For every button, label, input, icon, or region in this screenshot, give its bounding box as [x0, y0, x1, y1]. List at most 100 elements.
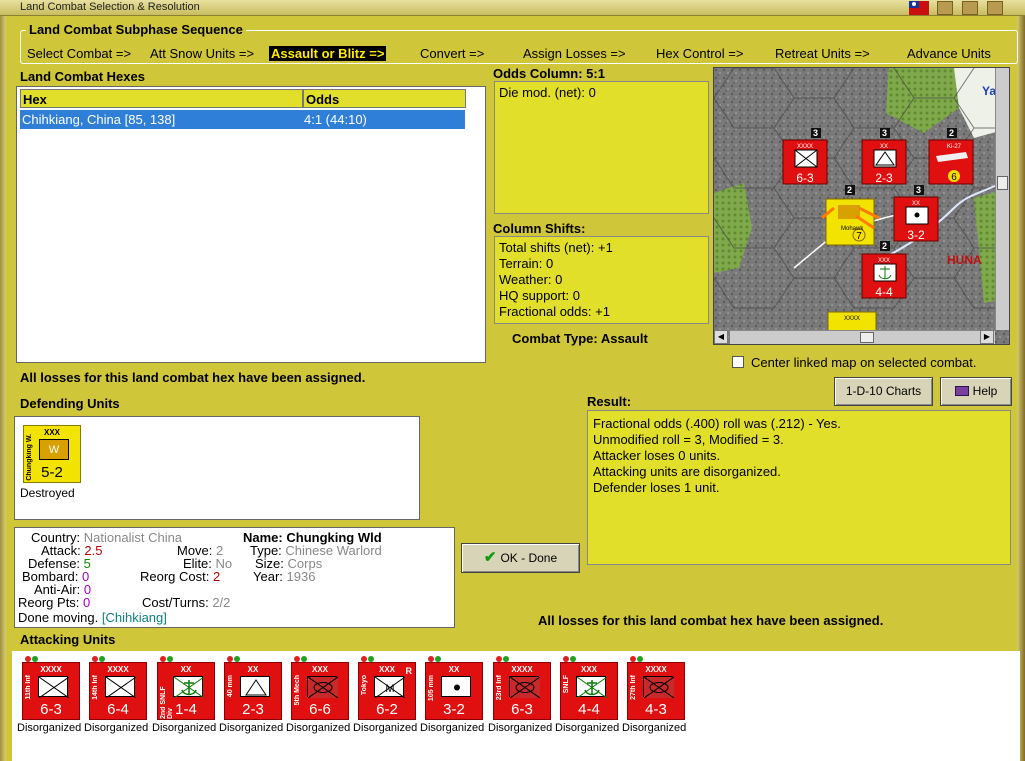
seq-retreat-units[interactable]: Retreat Units =>: [775, 46, 870, 61]
unit-size: XXXX: [511, 665, 533, 674]
attacking-unit-counter[interactable]: XXX 5th Mech 6-6: [291, 656, 349, 720]
flag-icon: [909, 1, 929, 15]
map-vertical-scrollbar[interactable]: [995, 68, 1009, 330]
odds-panel: Die mod. (net): 0: [494, 81, 709, 214]
unit-size: XXXX: [107, 665, 129, 674]
map-air-name: Ki-27: [947, 144, 962, 150]
checkmark-icon: ✔: [483, 549, 497, 566]
attacking-unit-counter[interactable]: XXX SNLF 4-4: [560, 656, 618, 720]
unit-value: 6-6: [309, 701, 331, 718]
map-horizontal-scrollbar[interactable]: [730, 330, 995, 344]
seq-advance-units[interactable]: Advance Units: [907, 46, 991, 61]
charts-button[interactable]: 1-D-10 Charts: [834, 377, 933, 406]
motorized-symbol-icon: M: [374, 676, 406, 699]
sequence-label: Land Combat Subphase Sequence: [26, 22, 246, 37]
map-air-name: Mohawk: [841, 226, 864, 232]
cost-turns-value: 2/2: [212, 595, 231, 610]
map-scroll-thumb-h[interactable]: [860, 332, 874, 343]
map-label-huna: HUNA: [947, 253, 982, 267]
attacking-unit-counter[interactable]: XXXX 23rd Inf 6-3: [493, 656, 551, 720]
mechanized-symbol-icon: [307, 676, 339, 699]
attacking-unit-counter[interactable]: XXXX 11th Inf 6-3: [22, 656, 80, 720]
map-stack-count: 2: [847, 185, 852, 195]
map-unit-40mm[interactable]: XX 2-3: [861, 139, 907, 185]
maximize-button[interactable]: [962, 1, 978, 15]
window-frame-right: [1017, 16, 1025, 761]
anti-aircraft-symbol-icon: [240, 676, 270, 697]
attacking-unit-counter[interactable]: XX 40 mm 2-3: [224, 656, 282, 720]
result-line: Unmodified roll = 3, Modified = 3.: [593, 432, 784, 447]
status-pip-icon: [234, 656, 240, 662]
attacking-unit-status: Disorganized: [420, 722, 485, 734]
center-map-checkbox[interactable]: [732, 356, 744, 368]
shift-total: Total shifts (net): +1: [499, 240, 613, 255]
attacking-unit-status: Disorganized: [488, 722, 553, 734]
unit-value: 1-4: [175, 701, 197, 718]
status-pip-icon: [92, 656, 98, 662]
map-unit-size: XXX: [878, 258, 890, 264]
status-pip-icon: [428, 656, 434, 662]
mechanized-symbol-icon: [643, 676, 675, 699]
map-scroll-thumb-v[interactable]: [997, 176, 1008, 190]
unit-value: 2-3: [242, 701, 264, 718]
marine-anchor-icon: [576, 676, 608, 699]
map-unit-size: XXXX: [797, 144, 813, 150]
status-pip-icon: [167, 656, 173, 662]
unit-value: 3-2: [443, 701, 465, 718]
map-unit-105mm[interactable]: XX 3-2: [893, 196, 939, 242]
unit-name: Tokyo: [361, 675, 368, 696]
linked-map[interactable]: HUNA Ya 3 3 2 2 3 2 XXXX 6-3 XX 2-3 6 Ki…: [713, 67, 1010, 345]
map-unit-11th-inf[interactable]: XXXX 6-3: [782, 139, 828, 185]
status-pip-icon: [25, 656, 31, 662]
status-pip-icon: [294, 656, 300, 662]
attacking-unit-counter[interactable]: XX 105 mm 3-2: [425, 656, 483, 720]
seq-assign-losses[interactable]: Assign Losses =>: [523, 46, 626, 61]
table-row[interactable]: Chihkiang, China [85, 138] 4:1 (44:10): [20, 110, 465, 129]
unit-name: 14th Inf: [92, 675, 99, 700]
help-book-icon: [954, 386, 969, 396]
scroll-right-arrow-icon[interactable]: ▶: [980, 330, 994, 344]
map-stack-count: 3: [916, 185, 921, 195]
seq-hex-control[interactable]: Hex Control =>: [656, 46, 743, 61]
map-stack-count: 3: [813, 128, 818, 138]
seq-att-snow-units[interactable]: Att Snow Units =>: [150, 46, 254, 61]
status-pip-icon: [227, 656, 233, 662]
map-unit-ki27[interactable]: 6 Ki-27: [928, 139, 974, 185]
defending-unit-counter[interactable]: XXX Chungking W. W 5-2: [23, 425, 81, 483]
help-button[interactable]: Help: [940, 377, 1012, 406]
map-unit-value: 3-2: [907, 228, 925, 242]
unit-name: 11th Inf: [25, 675, 32, 700]
attacking-unit-status: Disorganized: [353, 722, 418, 734]
attacking-unit-counter[interactable]: XX 2nd SNLF Div 1-4: [157, 656, 215, 720]
reorg-pts-value: 0: [83, 595, 91, 610]
center-map-label: Center linked map on selected combat.: [751, 355, 977, 370]
hexes-table: Hex Odds Chihkiang, China [85, 138] 4:1 …: [16, 86, 486, 363]
seq-convert[interactable]: Convert =>: [420, 46, 484, 61]
map-unit-size: XX: [880, 144, 888, 150]
ok-done-button[interactable]: ✔ OK - Done: [461, 543, 580, 573]
done-moving-place: [Chihkiang]: [101, 610, 167, 625]
status-pip-icon: [301, 656, 307, 662]
minimize-button[interactable]: [937, 1, 953, 15]
defending-units-label: Defending Units: [20, 396, 120, 411]
status-pip-icon: [99, 656, 105, 662]
map-unit-value: 6-3: [796, 171, 814, 185]
infantry-symbol-icon: [105, 676, 137, 699]
combat-type: Combat Type: Assault: [512, 331, 648, 346]
result-label: Result:: [587, 394, 632, 409]
column-header-hex[interactable]: Hex: [20, 89, 303, 108]
attacking-unit-counter[interactable]: XXXX 27th Inf 4-3: [627, 656, 685, 720]
map-unit-mohawk[interactable]: 7 Mohawk: [821, 198, 880, 246]
scroll-left-arrow-icon[interactable]: ◀: [714, 330, 728, 344]
seq-select-combat[interactable]: Select Combat =>: [27, 46, 131, 61]
status-pip-icon: [570, 656, 576, 662]
attacking-unit-counter[interactable]: XXX Tokyo M 6-2 R: [358, 656, 416, 720]
attacking-unit-counter[interactable]: XXXX 14th Inf 6-4: [89, 656, 147, 720]
attacking-unit-status: Disorganized: [219, 722, 284, 734]
seq-assault-or-blitz[interactable]: Assault or Blitz =>: [269, 46, 387, 61]
year-label: Year:: [253, 569, 283, 584]
unit-size: XXXX: [40, 665, 62, 674]
map-unit-snlf[interactable]: XXX 4-4: [861, 253, 907, 299]
close-button[interactable]: [987, 1, 1003, 15]
column-header-odds[interactable]: Odds: [303, 89, 466, 108]
